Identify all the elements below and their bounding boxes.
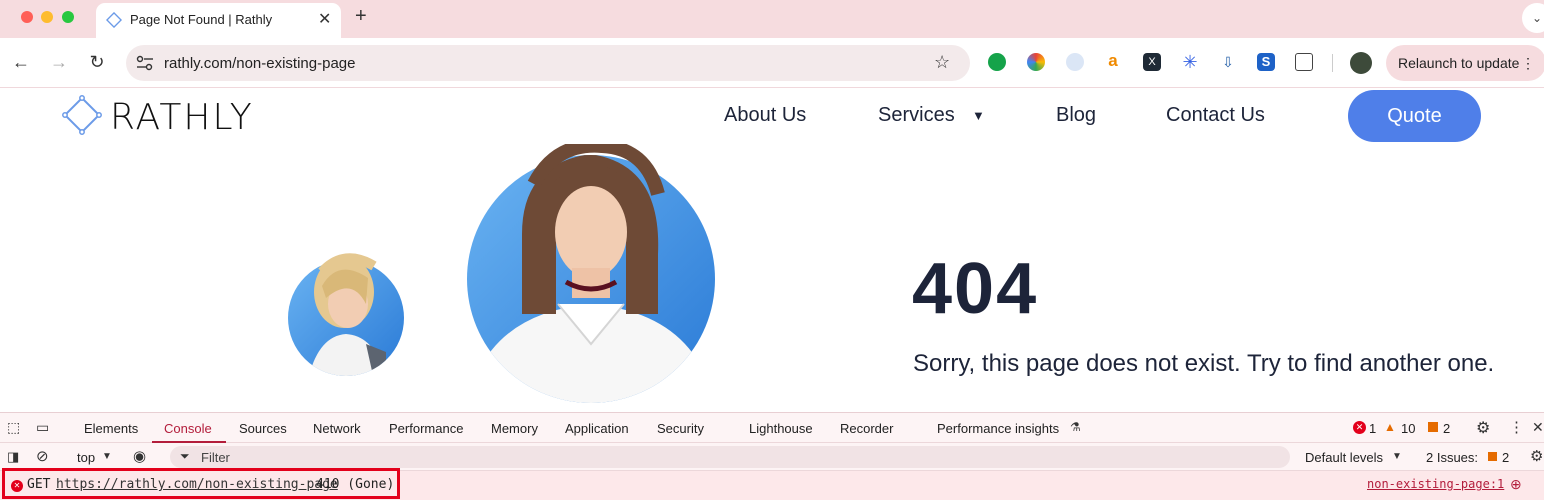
team-member-large-photo (467, 144, 715, 403)
tab-security[interactable]: Security (657, 421, 704, 436)
nav-contact-us[interactable]: Contact Us (1166, 104, 1265, 127)
devtools-tab-bar: ⬚ ▭ Elements Console Sources Network Per… (0, 413, 1544, 443)
not-found-message: Sorry, this page does not exist. Try to … (913, 350, 1495, 377)
context-selector[interactable]: top (77, 450, 95, 465)
context-caret-icon[interactable]: ▼ (102, 451, 112, 462)
back-arrow-icon[interactable]: ← (9, 50, 33, 74)
url-text: rathly.com/non-existing-page (164, 55, 356, 72)
relaunch-to-update-button[interactable]: Relaunch to update ⋮ (1386, 45, 1544, 81)
issues-label[interactable]: 2 Issues: (1426, 450, 1478, 465)
tab-strip: Page Not Found | Rathly ✕ + ⌄ (0, 0, 1544, 38)
inspect-element-icon[interactable]: ⬚ (7, 419, 20, 436)
browser-toolbar: ← → ↻ rathly.com/non-existing-page ☆ a X… (0, 38, 1544, 88)
clear-console-icon[interactable]: ⊘ (36, 447, 49, 465)
tab-console[interactable]: Console (164, 421, 212, 436)
log-levels-dropdown[interactable]: Default levels (1305, 450, 1383, 465)
warning-count[interactable]: 10 (1401, 421, 1415, 436)
live-expression-eye-icon[interactable]: ◉ (133, 447, 146, 465)
rathly-logo-icon[interactable] (62, 95, 102, 135)
tab-search-chevron-icon[interactable]: ⌄ (1522, 3, 1544, 33)
x-extension-icon[interactable]: X (1143, 53, 1161, 71)
error-code-heading: 404 (912, 249, 1039, 329)
console-filter-input[interactable]: ⏷ Filter (170, 446, 1290, 468)
forward-arrow-icon[interactable]: → (47, 50, 71, 74)
issues-flag-small-icon[interactable] (1488, 452, 1497, 461)
reload-icon[interactable]: ↻ (85, 50, 109, 74)
extensions-puzzle-icon[interactable] (1295, 53, 1313, 71)
web-page: RATHLY About Us Services ▼ Blog Contact … (0, 88, 1544, 412)
nav-blog[interactable]: Blog (1056, 104, 1096, 127)
amazon-extension-icon[interactable]: a (1104, 52, 1122, 71)
color-picker-extension-icon[interactable] (1027, 53, 1045, 71)
log-levels-caret-icon[interactable]: ▼ (1392, 451, 1402, 462)
devtools-settings-gear-icon[interactable]: ⚙ (1476, 418, 1490, 438)
show-sidebar-icon[interactable]: ◨ (7, 449, 19, 465)
issues-count[interactable]: 2 (1443, 421, 1450, 436)
bookmark-star-icon[interactable]: ☆ (934, 52, 950, 73)
tab-recorder[interactable]: Recorder (840, 421, 893, 436)
tab-title: Page Not Found | Rathly (130, 12, 273, 27)
download-extension-icon[interactable]: ⇩ (1219, 53, 1237, 71)
tab-lighthouse[interactable]: Lighthouse (749, 421, 813, 436)
filter-placeholder: Filter (201, 450, 230, 465)
devtools-panel: ⬚ ▭ Elements Console Sources Network Per… (0, 412, 1544, 500)
zoom-window-button[interactable] (62, 11, 74, 23)
tab-sources[interactable]: Sources (239, 421, 287, 436)
minimize-window-button[interactable] (41, 11, 53, 23)
profile-avatar[interactable] (1350, 52, 1372, 74)
cloud-extension-icon[interactable] (1066, 53, 1084, 71)
console-toolbar: ◨ ⊘ top ▼ ◉ ⏷ Filter Default levels ▼ 2 … (0, 443, 1544, 471)
nav-about-us[interactable]: About Us (724, 104, 806, 127)
tab-memory[interactable]: Memory (491, 421, 538, 436)
site-settings-icon[interactable] (136, 55, 154, 71)
console-settings-gear-icon[interactable]: ⚙ (1530, 447, 1543, 465)
error-count[interactable]: 1 (1369, 421, 1376, 436)
asterisk-extension-icon[interactable]: ✳ (1181, 53, 1199, 71)
network-request-icon[interactable]: ⊕ (1510, 476, 1522, 493)
error-count-icon[interactable]: ✕ (1353, 421, 1366, 434)
highlight-box (2, 468, 400, 499)
tab-performance[interactable]: Performance (389, 421, 463, 436)
browser-tab[interactable]: Page Not Found | Rathly ✕ (96, 3, 341, 38)
device-toolbar-icon[interactable]: ▭ (36, 419, 49, 436)
issues-count-small[interactable]: 2 (1502, 450, 1509, 465)
devtools-more-icon[interactable]: ⋮ (1509, 418, 1524, 436)
filter-funnel-icon: ⏷ (180, 449, 190, 463)
nav-services[interactable]: Services (878, 104, 955, 127)
experimental-flask-icon: ⚗ (1070, 420, 1081, 434)
relaunch-label: Relaunch to update (1398, 55, 1520, 71)
devtools-close-icon[interactable]: ✕ (1532, 419, 1544, 436)
tab-close-icon[interactable]: ✕ (318, 9, 331, 29)
site-logo-text[interactable]: RATHLY (110, 97, 254, 138)
team-member-small-photo (288, 253, 404, 376)
rathly-favicon-icon (106, 12, 122, 28)
tab-elements[interactable]: Elements (84, 421, 138, 436)
relaunch-menu-icon[interactable]: ⋮ (1521, 55, 1535, 72)
close-window-button[interactable] (21, 11, 33, 23)
new-tab-button[interactable]: + (355, 5, 367, 28)
tab-application[interactable]: Application (565, 421, 629, 436)
tab-performance-insights[interactable]: Performance insights (937, 421, 1059, 436)
warning-count-icon[interactable]: ▲ (1384, 420, 1396, 434)
services-caret-icon[interactable]: ▼ (972, 108, 985, 123)
s-extension-icon[interactable]: S (1257, 53, 1275, 71)
tab-network[interactable]: Network (313, 421, 361, 436)
toolbar-divider (1332, 54, 1333, 72)
grammarly-extension-icon[interactable] (988, 53, 1006, 71)
address-bar[interactable]: rathly.com/non-existing-page ☆ (126, 45, 970, 81)
quote-button[interactable]: Quote (1348, 90, 1481, 142)
issues-flag-icon[interactable] (1428, 422, 1438, 432)
source-location-link[interactable]: non-existing-page:1 (1367, 477, 1504, 491)
